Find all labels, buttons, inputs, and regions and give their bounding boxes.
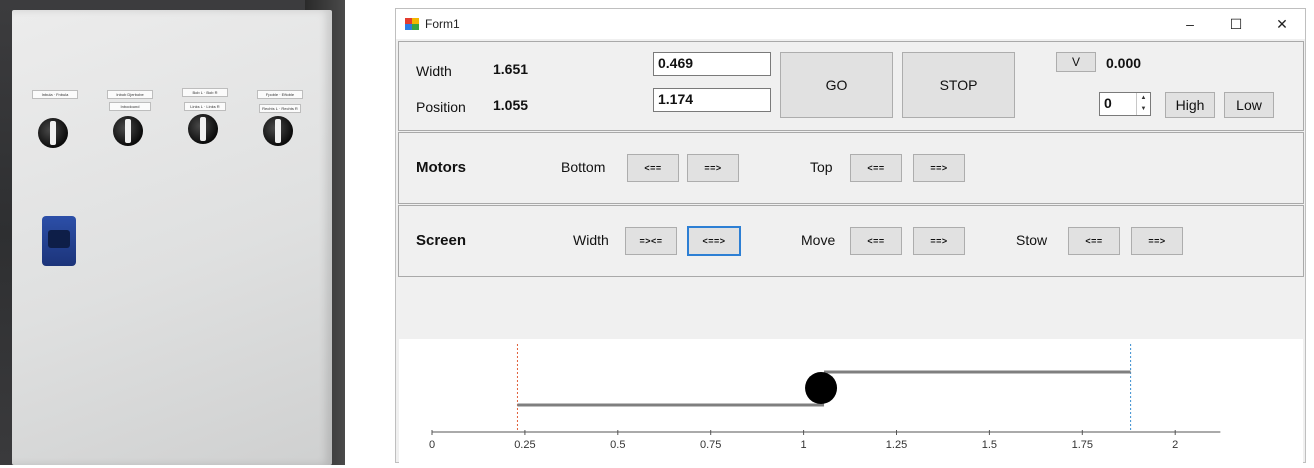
level-stepper-value: 0	[1104, 95, 1112, 111]
top-label: Top	[810, 159, 833, 175]
level-stepper-arrows[interactable]: ▲ ▼	[1136, 93, 1150, 115]
rotary-switch-knob	[188, 114, 218, 144]
v-button[interactable]: V	[1056, 52, 1096, 72]
bottom-right-button[interactable]: ==>	[687, 154, 739, 182]
bottom-label: Bottom	[561, 159, 606, 175]
x-tick-label: 2	[1172, 439, 1178, 451]
x-tick-label: 1.5	[982, 439, 997, 451]
control-cabinet-photo: Inbula · Fnbula Inbob Djerbobe Bob L · B…	[0, 0, 345, 465]
position-marker	[805, 372, 838, 404]
top-left-button[interactable]: <==	[850, 154, 902, 182]
status-panel: Width 1.651 Position 1.055 0.469 1.174 G…	[398, 41, 1304, 131]
x-tick-label: 0.75	[700, 439, 721, 451]
width-value: 1.651	[493, 61, 529, 77]
switch-label: Rechts L · Rechts R	[259, 104, 301, 113]
switch-label: Inbula · Fnbula	[32, 90, 78, 99]
minimize-button[interactable]: –	[1167, 9, 1213, 39]
title-bar: Form1 – ☐ ✕	[396, 9, 1305, 39]
move-right-button[interactable]: ==>	[913, 227, 965, 255]
width-input[interactable]: 0.469	[653, 52, 771, 76]
screen-width-label: Width	[573, 232, 609, 248]
stow-right-button[interactable]: ==>	[1131, 227, 1183, 255]
x-tick-label: 1.25	[886, 439, 907, 451]
motors-panel: Motors Bottom <== ==> Top <== ==>	[398, 132, 1304, 204]
switch-label: Fpoble · Eftoble	[257, 90, 303, 99]
x-tick-label: 1	[801, 439, 807, 451]
screen-panel: Screen Width =><= <==> Move <== ==> Stow…	[398, 205, 1304, 277]
x-tick-label: 0.5	[610, 439, 625, 451]
width-widen-button[interactable]: <==>	[687, 226, 741, 256]
level-stepper[interactable]: 0 ▲ ▼	[1099, 92, 1151, 116]
v-value: 0.000	[1106, 55, 1142, 71]
bottom-left-button[interactable]: <==	[627, 154, 679, 182]
x-tick-label: 1.75	[1072, 439, 1093, 451]
position-input[interactable]: 1.174	[653, 88, 771, 112]
switch-label: Inbodound	[109, 102, 151, 111]
motors-title: Motors	[416, 159, 466, 176]
switch-label: Links L · Links R	[184, 102, 226, 111]
window-title: Form1	[425, 17, 460, 31]
position-plot: 0 0.25 0.5 0.75 1 1.25 1.5 1.75 2	[399, 339, 1303, 463]
rotary-switch-knob	[38, 118, 68, 148]
stop-button[interactable]: STOP	[902, 52, 1015, 118]
width-narrow-button[interactable]: =><=	[625, 227, 677, 255]
switch-label: Bob L · Bob R	[182, 88, 228, 97]
x-tick-label: 0	[429, 439, 435, 451]
stow-label: Stow	[1016, 232, 1048, 248]
width-label: Width	[416, 63, 452, 79]
move-label: Move	[801, 232, 836, 248]
move-left-button[interactable]: <==	[850, 227, 902, 255]
high-button[interactable]: High	[1165, 92, 1215, 118]
go-button[interactable]: GO	[780, 52, 893, 118]
stepper-down-icon[interactable]: ▼	[1137, 104, 1150, 115]
stepper-up-icon[interactable]: ▲	[1137, 93, 1150, 104]
low-button[interactable]: Low	[1224, 92, 1274, 118]
rotary-switch-knob	[263, 116, 293, 146]
rotary-switch-knob	[113, 116, 143, 146]
position-label: Position	[416, 99, 466, 115]
form-window: Form1 – ☐ ✕ Width 1.651 Position 1.055 0…	[395, 8, 1306, 463]
close-button[interactable]: ✕	[1259, 9, 1305, 39]
cabinet-door: Inbula · Fnbula Inbob Djerbobe Bob L · B…	[12, 10, 332, 465]
x-tick-label: 0.25	[514, 439, 535, 451]
cabinet-lock-icon	[42, 216, 76, 266]
top-right-button[interactable]: ==>	[913, 154, 965, 182]
stow-left-button[interactable]: <==	[1068, 227, 1120, 255]
app-icon	[405, 18, 419, 30]
screen-title: Screen	[416, 232, 467, 249]
maximize-button[interactable]: ☐	[1213, 9, 1259, 39]
position-value: 1.055	[493, 97, 529, 113]
position-plot-svg: 0 0.25 0.5 0.75 1 1.25 1.5 1.75 2	[429, 344, 1221, 451]
switch-label: Inbob Djerbobe	[107, 90, 153, 99]
